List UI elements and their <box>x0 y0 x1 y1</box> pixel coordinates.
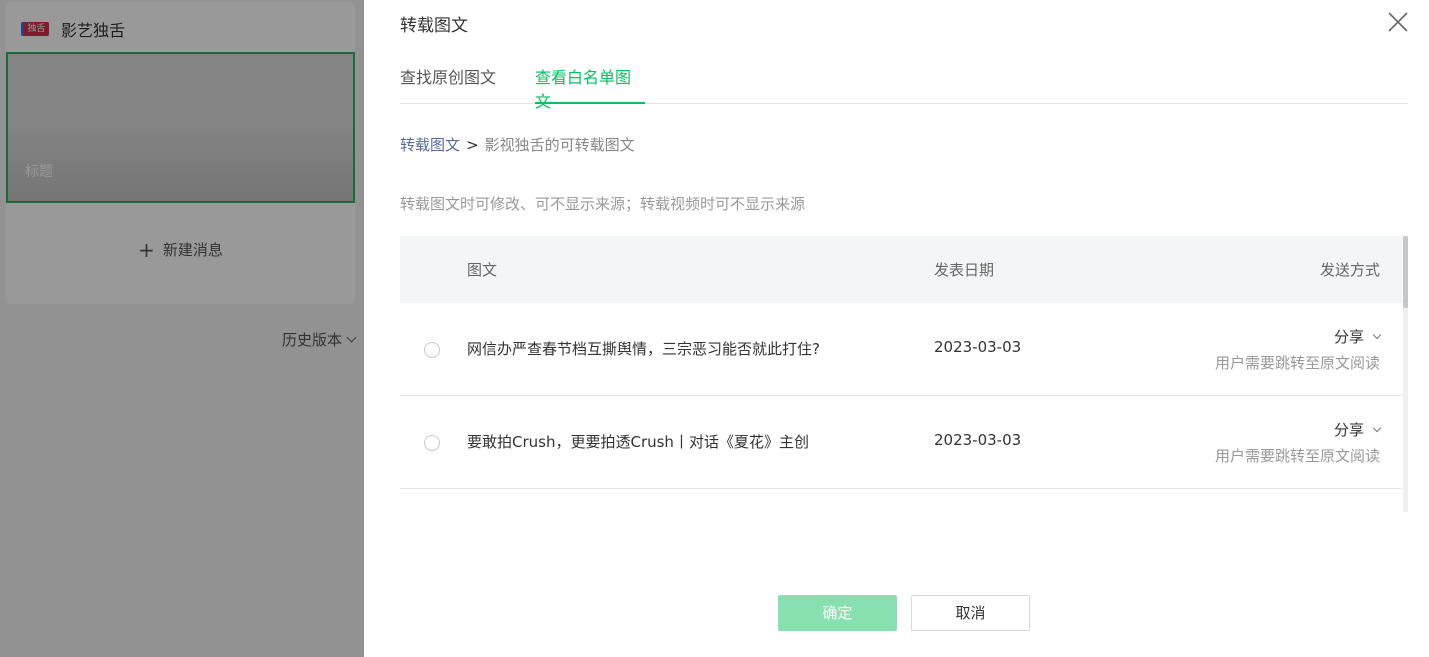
row-title: 要敢拍Crush，更要拍透Crush丨对话《夏花》主创 <box>467 433 809 451</box>
article-table: 图文 发表日期 发送方式 网信办严查春节档互撕舆情，三宗恶习能否就此打住? 20… <box>400 236 1408 512</box>
breadcrumb: 转载图文 > 影视独舌的可转载图文 <box>400 134 635 155</box>
chevron-down-icon <box>1372 330 1382 340</box>
send-method-value: 分享 <box>1333 421 1364 439</box>
row-method: 分享 用户需要跳转至原文阅读 <box>1214 326 1382 373</box>
send-method-value: 分享 <box>1333 328 1364 346</box>
chevron-down-icon <box>1372 423 1382 433</box>
editor-pane: 独舌 影艺独舌 标题 + 新建消息 历史版本 <box>0 0 364 657</box>
repost-dialog: 转载图文 查找原创图文 查看白名单图文 转载图文 > 影视独舌的可转载图文 转载图文… <box>364 0 1429 657</box>
close-icon[interactable] <box>1386 10 1410 34</box>
row-date: 2023-03-03 <box>934 431 1022 449</box>
row-method: 分享 用户需要跳转至原文阅读 <box>1214 419 1382 466</box>
table-row[interactable]: 网信办严查春节档互撕舆情，三宗恶习能否就此打住? 2023-03-03 分享 用… <box>400 303 1402 396</box>
header-date: 发表日期 <box>934 261 995 279</box>
send-method-hint: 用户需要跳转至原文阅读 <box>1214 354 1380 372</box>
confirm-button[interactable]: 确定 <box>778 595 897 631</box>
row-date: 2023-03-03 <box>934 338 1022 356</box>
scrollbar-thumb[interactable] <box>1403 236 1408 308</box>
dialog-title: 转载图文 <box>400 16 468 36</box>
table-header: 图文 发表日期 发送方式 <box>400 236 1402 303</box>
table-scrollbar[interactable] <box>1403 236 1408 512</box>
breadcrumb-current: 影视独舌的可转载图文 <box>484 136 635 154</box>
row-radio[interactable] <box>424 342 440 358</box>
breadcrumb-separator: > <box>466 136 479 154</box>
dialog-tabs: 查找原创图文 查看白名单图文 <box>400 58 1408 111</box>
row-title: 网信办严查春节档互撕舆情，三宗恶习能否就此打住? <box>467 340 820 358</box>
send-method-dropdown[interactable]: 分享 <box>1215 326 1382 347</box>
row-radio[interactable] <box>424 435 440 451</box>
cancel-button[interactable]: 取消 <box>911 595 1030 631</box>
breadcrumb-root-link[interactable]: 转载图文 <box>400 136 460 154</box>
header-method: 发送方式 <box>1319 261 1380 279</box>
header-title: 图文 <box>467 261 498 279</box>
tab-find-original[interactable]: 查找原创图文 <box>400 64 496 104</box>
send-method-dropdown[interactable]: 分享 <box>1215 419 1382 440</box>
tab-whitelist[interactable]: 查看白名单图文 <box>535 64 645 111</box>
repost-notice: 转载图文时可修改、可不显示来源；转载视频时可不显示来源 <box>400 195 806 213</box>
send-method-hint: 用户需要跳转至原文阅读 <box>1214 447 1380 465</box>
table-row[interactable]: 要敢拍Crush，更要拍透Crush丨对话《夏花》主创 2023-03-03 分… <box>400 396 1402 489</box>
modal-overlay <box>0 0 364 657</box>
